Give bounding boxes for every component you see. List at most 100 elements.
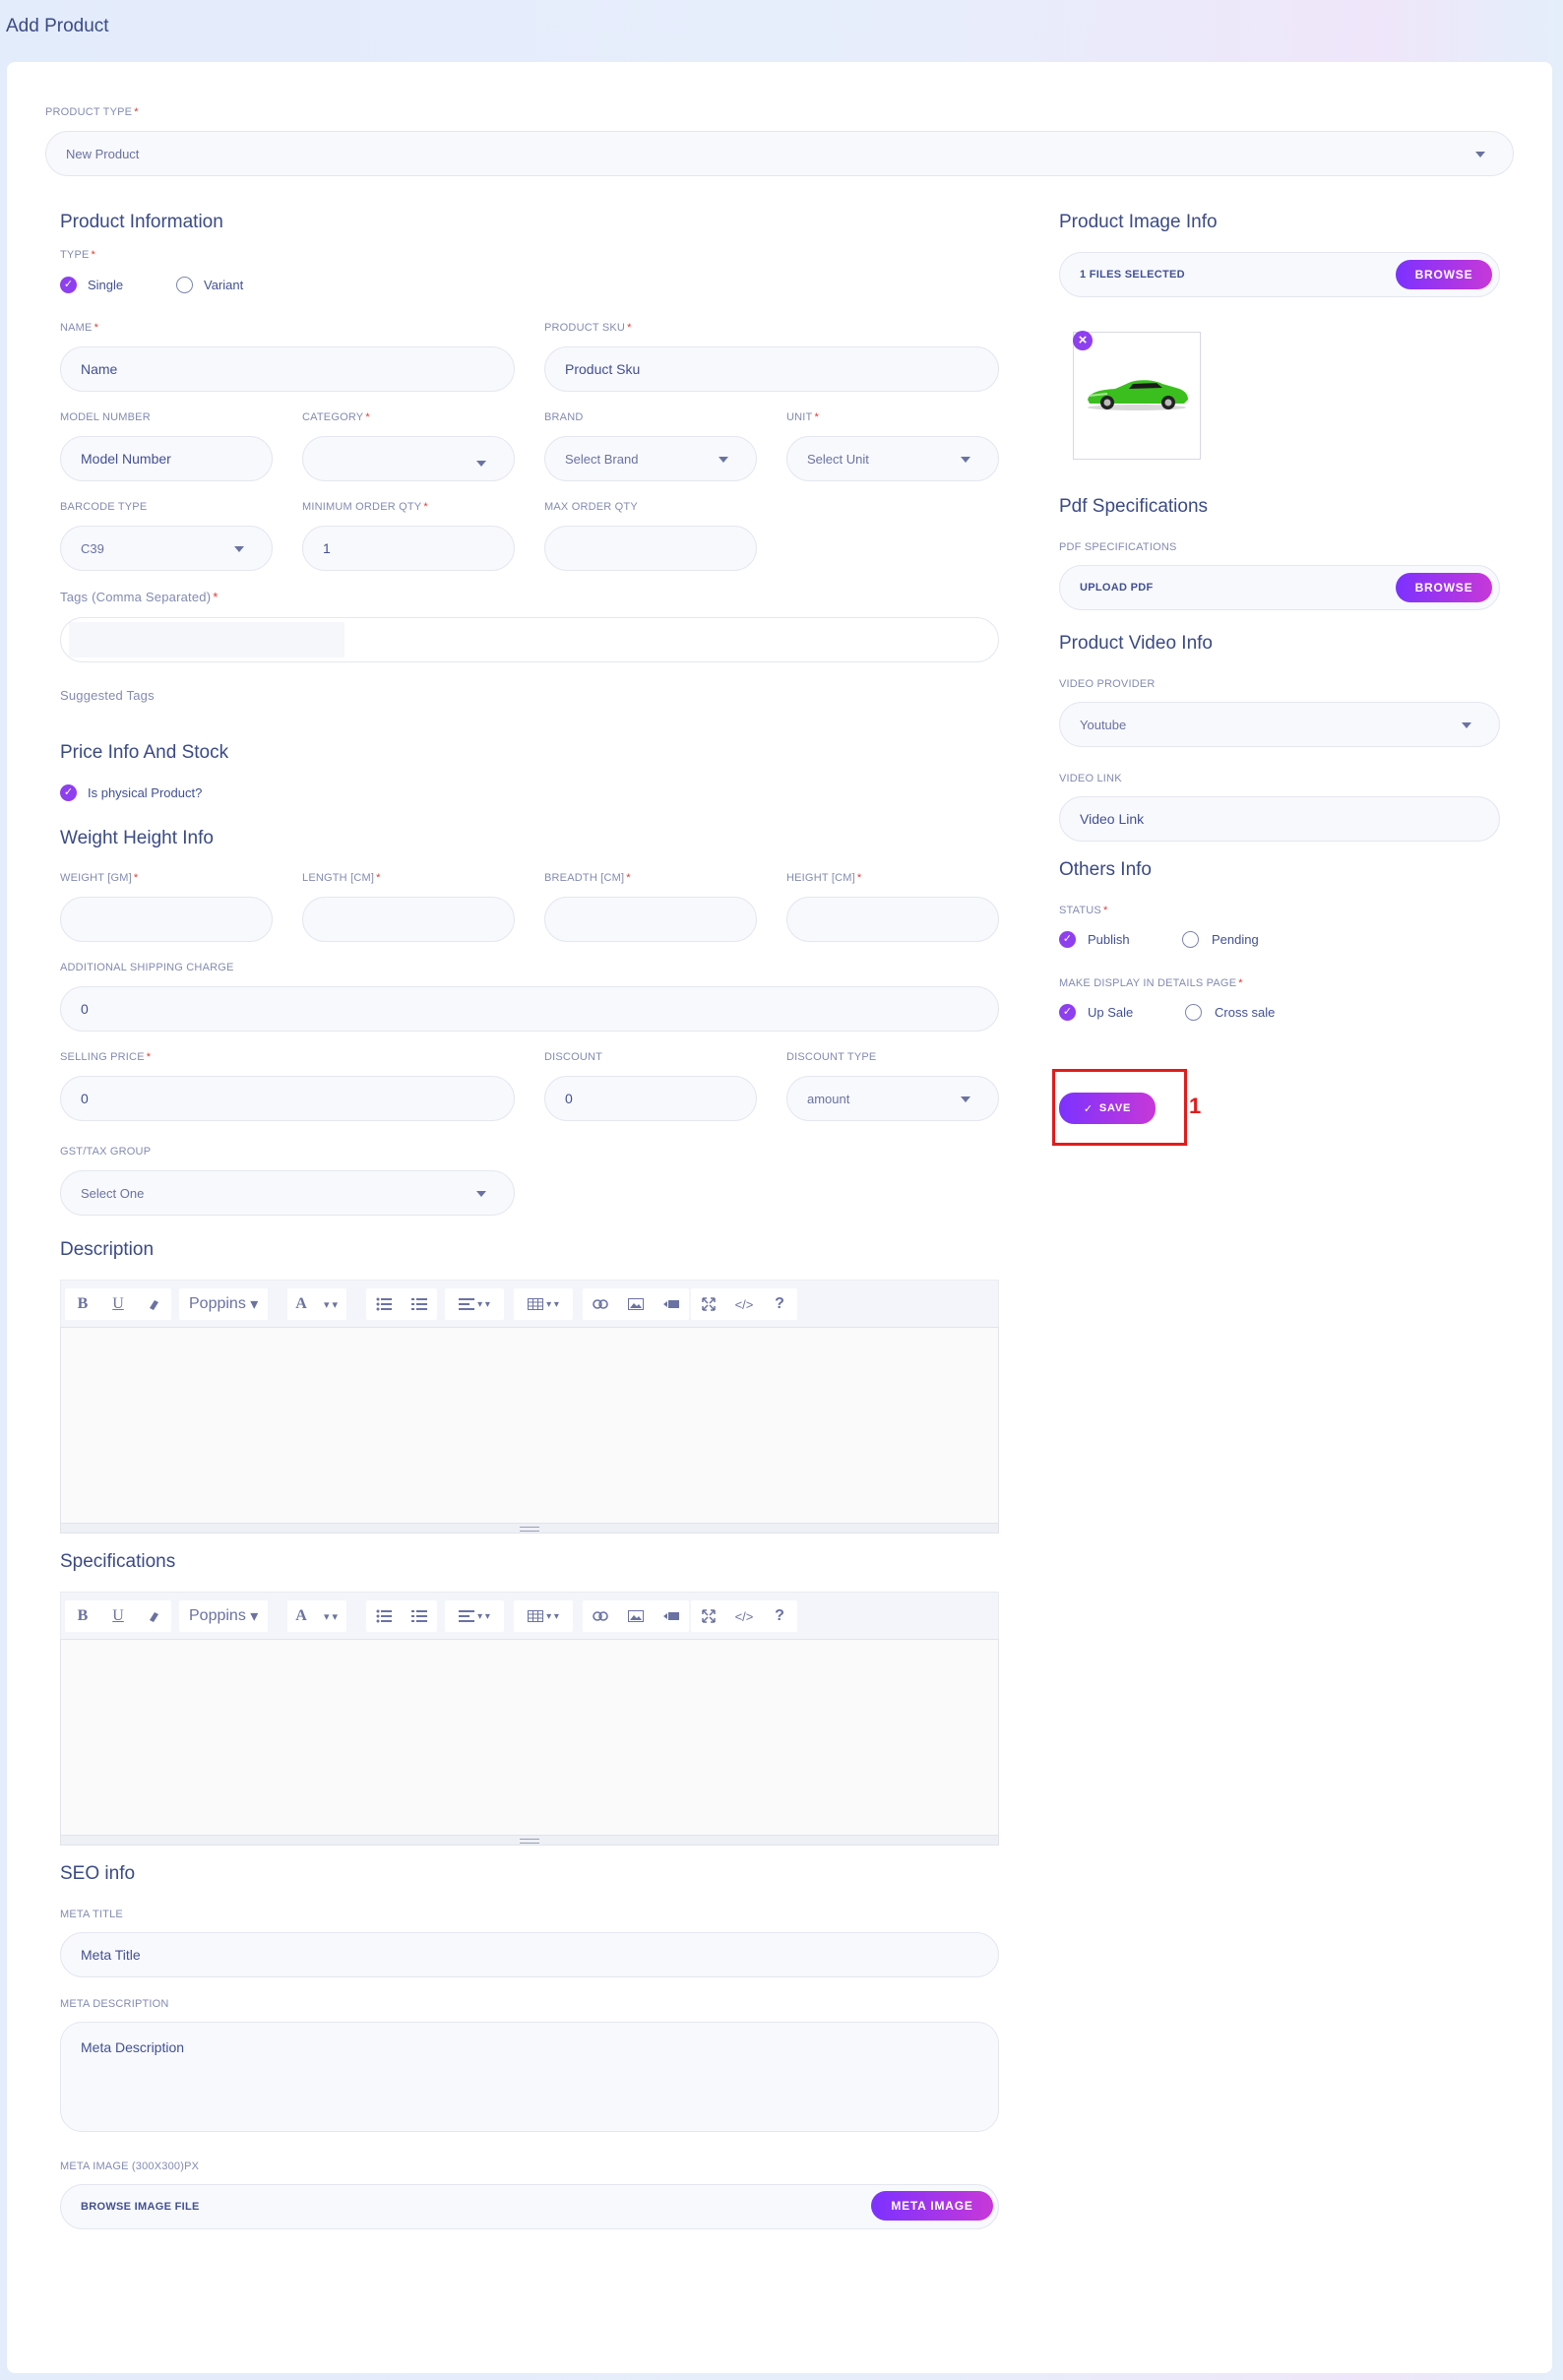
unit-select[interactable]: Select Unit <box>786 436 999 481</box>
pdf-specifications-label: PDF SPECIFICATIONS <box>1059 541 1177 553</box>
video-link-input[interactable]: Video Link <box>1059 796 1500 842</box>
video-icon[interactable] <box>654 1288 689 1320</box>
specifications-title: Specifications <box>60 1551 176 1572</box>
physical-product-checkbox[interactable]: ✓ <box>60 784 77 801</box>
height-input[interactable] <box>786 897 999 942</box>
suggested-tags-label: Suggested Tags <box>60 688 155 703</box>
bold-icon[interactable]: B <box>65 1600 100 1632</box>
font-color-icon[interactable]: A <box>287 1288 315 1320</box>
video-icon[interactable] <box>654 1600 689 1632</box>
description-editor[interactable] <box>60 1327 999 1524</box>
meta-title-input[interactable]: Meta Title <box>60 1932 999 1977</box>
video-provider-select[interactable]: Youtube <box>1059 702 1500 747</box>
weight-input[interactable] <box>60 897 273 942</box>
model-number-input[interactable]: Model Number <box>60 436 273 481</box>
unordered-list-icon[interactable] <box>366 1288 402 1320</box>
product-type-select[interactable]: New Product <box>45 131 1514 176</box>
specifications-editor[interactable] <box>60 1639 999 1836</box>
meta-image-field[interactable]: BROWSE IMAGE FILE <box>60 2184 999 2229</box>
status-pending-radio[interactable] <box>1182 931 1199 948</box>
discount-type-select[interactable]: amount <box>786 1076 999 1121</box>
status-pending-label: Pending <box>1212 932 1259 947</box>
barcode-type-select[interactable]: C39 <box>60 526 273 571</box>
type-single-radio[interactable]: ✓ <box>60 277 77 293</box>
type-label: TYPE * <box>60 249 96 261</box>
meta-image-button[interactable]: META IMAGE <box>871 2191 993 2221</box>
min-order-qty-input[interactable]: 1 <box>302 526 515 571</box>
eraser-icon[interactable] <box>136 1600 171 1632</box>
product-image-browse-button[interactable]: BROWSE <box>1396 260 1492 289</box>
annotation-number: 1 <box>1189 1094 1202 1118</box>
up-sale-checkbox[interactable]: ✓ <box>1059 1004 1076 1021</box>
status-publish-radio[interactable]: ✓ <box>1059 931 1076 948</box>
align-dropdown-icon[interactable]: ▾ ▾ <box>445 1600 504 1632</box>
code-view-icon[interactable]: </> <box>726 1600 762 1632</box>
length-input[interactable] <box>302 897 515 942</box>
product-type-label: PRODUCT TYPE * <box>45 106 139 118</box>
description-resize-handle[interactable] <box>60 1524 999 1534</box>
product-video-info-title: Product Video Info <box>1059 633 1213 654</box>
code-view-icon[interactable]: </> <box>726 1288 762 1320</box>
brand-select[interactable]: Select Brand <box>544 436 757 481</box>
image-icon[interactable] <box>618 1288 654 1320</box>
chevron-down-icon <box>234 546 244 552</box>
tags-input-area[interactable] <box>69 622 344 658</box>
add-product-card: PRODUCT TYPE * New Product Product Inform… <box>7 62 1552 2373</box>
ordered-list-icon[interactable] <box>402 1600 437 1632</box>
sku-input[interactable]: Product Sku <box>544 346 999 392</box>
gst-select[interactable]: Select One <box>60 1170 515 1216</box>
cross-sale-checkbox[interactable] <box>1185 1004 1202 1021</box>
max-order-qty-input[interactable] <box>544 526 757 571</box>
files-selected-text: 1 FILES SELECTED <box>1080 269 1185 281</box>
link-icon[interactable] <box>583 1600 618 1632</box>
image-icon[interactable] <box>618 1600 654 1632</box>
meta-title-label: META TITLE <box>60 1909 123 1920</box>
color-dropdown-icon[interactable]: ▾ ▾ <box>315 1600 346 1632</box>
help-icon[interactable]: ? <box>762 1288 797 1320</box>
chevron-down-icon <box>719 457 728 463</box>
link-icon[interactable] <box>583 1288 618 1320</box>
page-title: Add Product <box>6 16 109 36</box>
fullscreen-icon[interactable] <box>691 1600 726 1632</box>
price-info-title: Price Info And Stock <box>60 742 229 763</box>
bold-icon[interactable]: B <box>65 1288 100 1320</box>
status-publish-label: Publish <box>1088 932 1130 947</box>
car-image <box>1088 380 1188 410</box>
specifications-resize-handle[interactable] <box>60 1836 999 1846</box>
font-color-icon[interactable]: A <box>287 1600 315 1632</box>
eraser-icon[interactable] <box>136 1288 171 1320</box>
discount-label: DISCOUNT <box>544 1051 603 1063</box>
align-dropdown-icon[interactable]: ▾ ▾ <box>445 1288 504 1320</box>
breadth-label: BREADTH [CM] * <box>544 872 631 884</box>
ordered-list-icon[interactable] <box>402 1288 437 1320</box>
sku-label: PRODUCT SKU * <box>544 322 632 334</box>
help-icon[interactable]: ? <box>762 1600 797 1632</box>
chevron-down-icon <box>476 1191 486 1197</box>
video-provider-label: VIDEO PROVIDER <box>1059 678 1156 690</box>
description-title: Description <box>60 1239 155 1260</box>
discount-type-label: DISCOUNT TYPE <box>786 1051 877 1063</box>
remove-image-icon[interactable]: × <box>1073 331 1093 350</box>
pdf-browse-button[interactable]: BROWSE <box>1396 573 1492 602</box>
gst-label: GST/TAX GROUP <box>60 1146 152 1158</box>
color-dropdown-icon[interactable]: ▾ ▾ <box>315 1288 346 1320</box>
discount-input[interactable]: 0 <box>544 1076 757 1121</box>
status-label: STATUS * <box>1059 905 1108 916</box>
underline-icon[interactable]: U <box>100 1288 136 1320</box>
underline-icon[interactable]: U <box>100 1600 136 1632</box>
selling-price-input[interactable]: 0 <box>60 1076 515 1121</box>
category-select[interactable] <box>302 436 515 481</box>
font-family-dropdown[interactable]: Poppins ▾ <box>179 1600 269 1632</box>
tags-input[interactable] <box>60 617 999 662</box>
shipping-charge-input[interactable]: 0 <box>60 986 999 1032</box>
chevron-down-icon <box>1475 152 1485 157</box>
type-variant-radio[interactable] <box>176 277 193 293</box>
table-icon[interactable]: ▾ ▾ <box>514 1288 573 1320</box>
fullscreen-icon[interactable] <box>691 1288 726 1320</box>
font-family-dropdown[interactable]: Poppins ▾ <box>179 1288 269 1320</box>
meta-description-input[interactable]: Meta Description <box>60 2022 999 2132</box>
table-icon[interactable]: ▾ ▾ <box>514 1600 573 1632</box>
breadth-input[interactable] <box>544 897 757 942</box>
name-input[interactable]: Name <box>60 346 515 392</box>
unordered-list-icon[interactable] <box>366 1600 402 1632</box>
